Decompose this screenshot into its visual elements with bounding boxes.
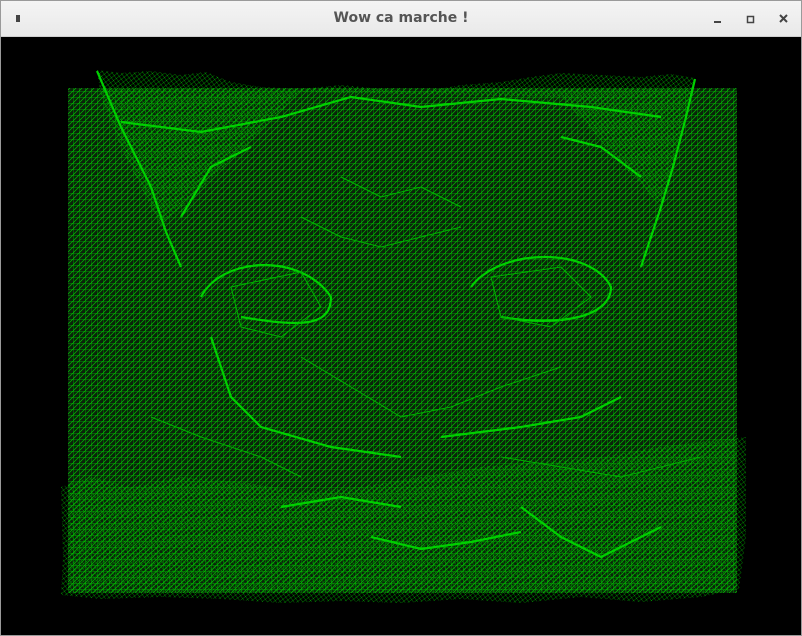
title-bar[interactable]: Wow ca marche !: [1, 1, 801, 37]
app-window: Wow ca marche !: [0, 0, 802, 636]
window-title: Wow ca marche !: [333, 10, 469, 26]
render-canvas[interactable]: [1, 37, 801, 635]
wireframe-mesh: [61, 70, 746, 603]
minimize-icon: [714, 21, 721, 23]
maximize-button[interactable]: [742, 10, 760, 28]
minimize-button[interactable]: [709, 10, 727, 28]
close-icon: [779, 14, 788, 23]
maximize-icon: [746, 15, 755, 24]
close-button[interactable]: [775, 10, 793, 28]
